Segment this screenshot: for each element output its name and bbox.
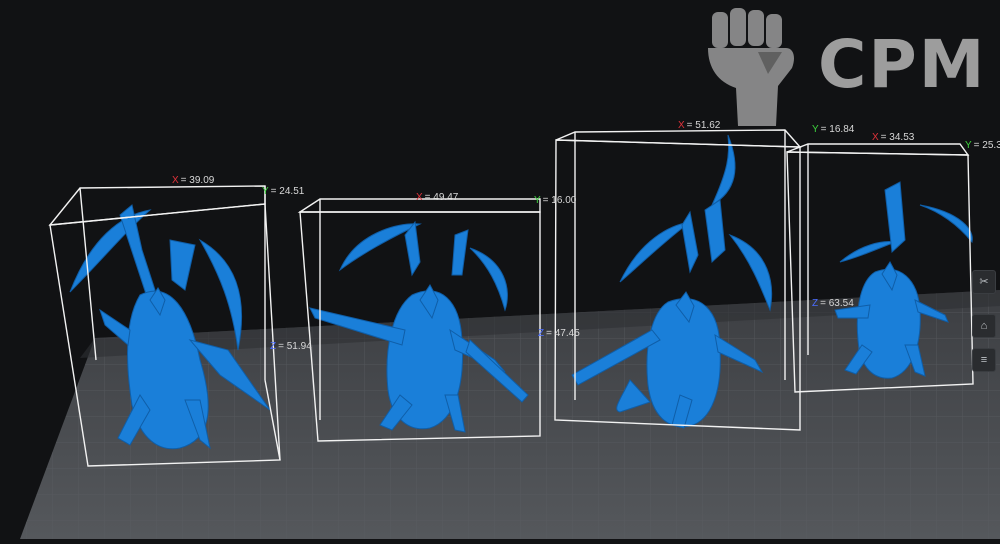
watermark-text: CPM	[818, 26, 987, 103]
cut-icon[interactable]: ✂	[972, 270, 996, 294]
model-4-x-dimension: X = 34.53	[872, 132, 915, 143]
model-4-y-dimension: Y = 25.3	[965, 140, 1000, 151]
model-2-z-dimension: Z = 47.45	[538, 328, 580, 339]
model-2-x-dimension: X = 49.47	[416, 192, 459, 203]
layer-icon[interactable]: ≡	[972, 348, 996, 372]
cpm-watermark: CPM	[708, 8, 998, 126]
model-1-x-dimension: X = 39.09	[172, 175, 215, 186]
right-toolbar: ✂ ⌂ ≡	[970, 270, 1000, 380]
model-1-y-dimension: Y = 24.51	[262, 186, 305, 197]
3d-viewport[interactable]: X = 39.09 Y = 24.51 Z = 51.94 X = 49.47 Y = 1…	[0, 0, 1000, 539]
support-icon[interactable]: ⌂	[972, 314, 996, 338]
model-2-y-dimension: Y = 16.00	[534, 195, 577, 206]
raised-fist-icon	[708, 8, 794, 126]
model-1-z-dimension: Z = 51.94	[270, 341, 312, 352]
model-4-z-dimension: Z = 63.54	[812, 298, 854, 309]
